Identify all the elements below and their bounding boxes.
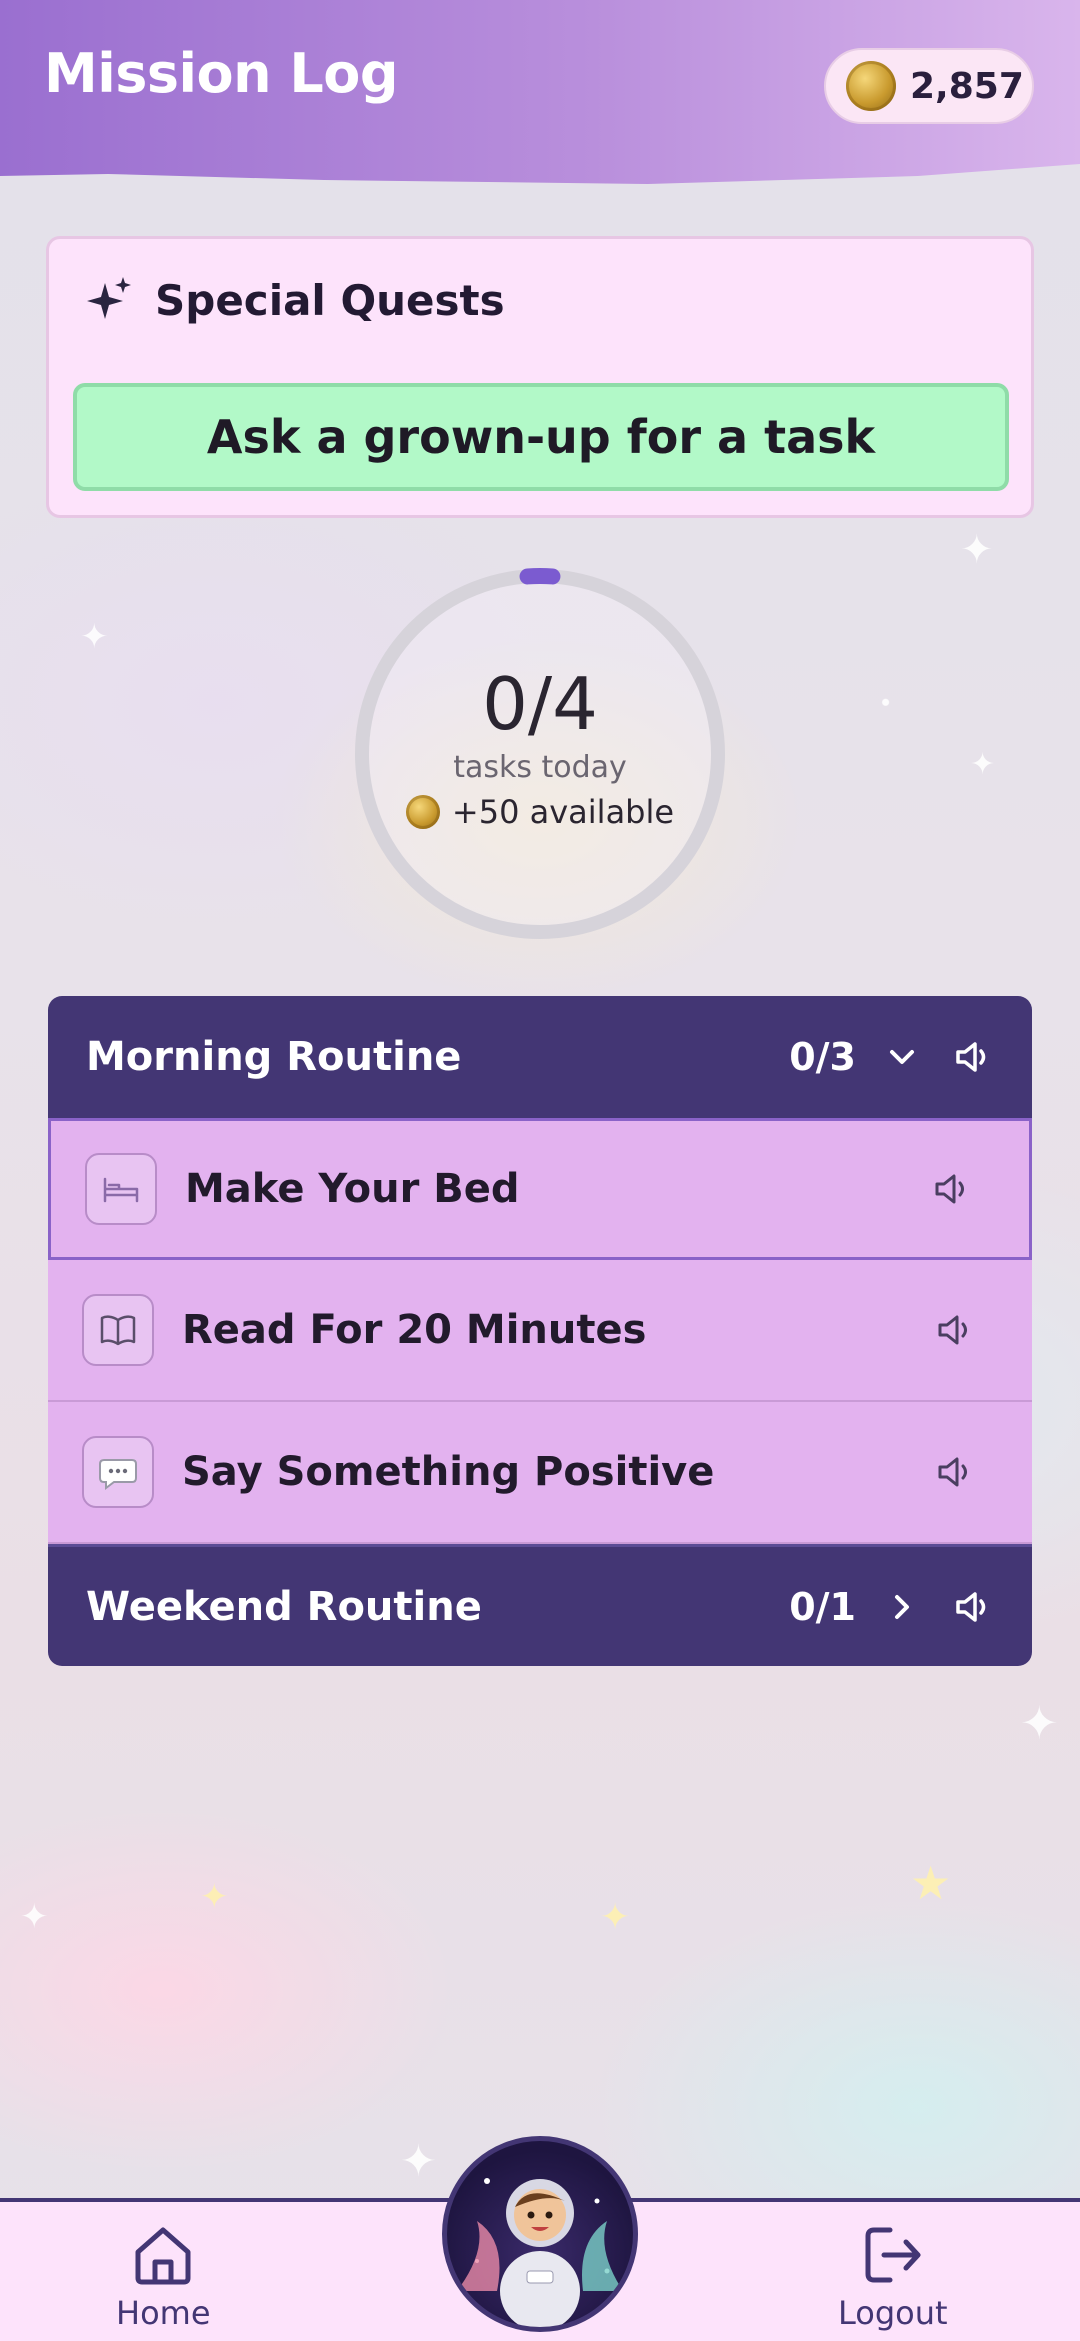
nav-logout[interactable]: Logout [838,2222,948,2332]
routine-header-morning[interactable]: Morning Routine 0/3 [48,996,1032,1118]
star-decoration: ★ [910,1856,952,1910]
star-decoration: ✦ [200,1877,229,1917]
bed-icon [103,1177,139,1203]
star-decoration: ✦ [400,2136,437,2187]
chevron-right-icon[interactable] [882,1587,922,1627]
star-decoration: ✦ [960,527,994,573]
speaker-icon[interactable] [952,1586,994,1628]
task-name: Say Something Positive [182,1449,715,1495]
astronaut-avatar-icon [457,2178,623,2327]
avatar[interactable] [442,2136,638,2332]
routine-count: 0/3 [789,1035,856,1079]
logout-icon [865,2227,921,2283]
routine-name: Morning Routine [86,1034,462,1080]
special-quests-card: Special Quests Ask a grown-up for a task [46,236,1034,518]
nav-logout-label: Logout [838,2294,948,2332]
star-decoration: ✦ [20,1897,49,1937]
task-item-say-something-positive[interactable]: Say Something Positive [48,1402,1032,1544]
task-icon-container [82,1294,154,1366]
star-decoration: ✦ [970,747,996,782]
speech-bubble-icon [99,1459,137,1490]
speaker-icon[interactable] [934,1309,976,1351]
speaker-icon[interactable] [952,1036,994,1078]
routine-count: 0/1 [789,1584,856,1629]
task-icon-container [82,1436,154,1508]
coin-icon [405,794,440,829]
task-name: Read For 20 Minutes [182,1307,647,1353]
task-name: Make Your Bed [185,1166,520,1212]
nav-home-label: Home [116,2294,211,2332]
speaker-icon[interactable] [931,1168,973,1210]
sparkles-icon [87,277,131,319]
coin-balance[interactable]: 2,857 [824,48,1034,124]
daily-progress-ring: 0/4 tasks today +50 available [348,562,732,946]
task-item-read-for-20-minutes[interactable]: Read For 20 Minutes [48,1260,1032,1402]
tasks-count: 0/4 [482,661,598,746]
tasks-subtitle: tasks today [453,749,627,785]
book-icon [100,1315,136,1346]
home-icon [135,2227,191,2285]
star-decoration: ✦ [80,617,109,657]
coin-icon [846,61,896,111]
routine-name: Weekend Routine [86,1583,482,1630]
special-quests-title: Special Quests [155,275,505,325]
star-decoration: ✦ [600,1897,631,1938]
reward-text: +50 available [451,792,675,831]
routine-header-weekend[interactable]: Weekend Routine 0/1 [48,1544,1032,1666]
page-title: Mission Log [44,42,399,105]
reward-available: +50 available [405,792,675,831]
task-icon-container [85,1153,157,1225]
routines-list: Morning Routine 0/3 Make Your Bed Read F… [48,996,1032,1666]
chevron-down-icon[interactable] [882,1037,922,1077]
speaker-icon[interactable] [934,1451,976,1493]
nav-home[interactable]: Home [116,2222,211,2332]
coin-count: 2,857 [910,65,1024,107]
star-decoration: ✦ [1020,1696,1059,1750]
task-item-make-your-bed[interactable]: Make Your Bed [48,1118,1032,1260]
ask-grown-up-button[interactable]: Ask a grown-up for a task [73,383,1009,491]
